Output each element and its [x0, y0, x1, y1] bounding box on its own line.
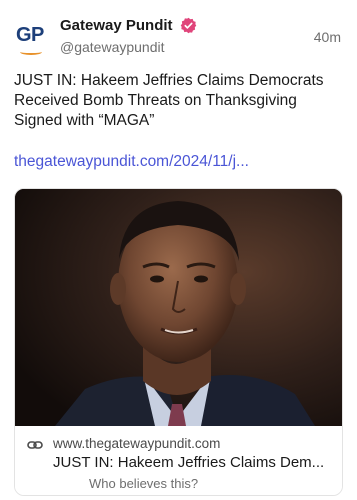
card-domain: www.thegatewaypundit.com — [53, 436, 221, 451]
verified-badge-icon — [180, 17, 197, 34]
post-link[interactable]: thegatewaypundit.com/2024/11/j... — [14, 153, 249, 171]
post-text: JUST IN: Hakeem Jeffries Claims Democrat… — [14, 72, 324, 129]
author-handle[interactable]: @gatewaypundit — [60, 39, 165, 55]
link-icon — [27, 438, 43, 450]
author-name[interactable]: Gateway Pundit — [60, 17, 173, 34]
avatar[interactable]: GP — [14, 22, 50, 58]
avatar-swoosh — [20, 49, 42, 55]
avatar-logo-text: GP — [16, 24, 44, 46]
link-preview-image[interactable] — [15, 189, 342, 426]
link-preview-footer[interactable]: www.thegatewaypundit.com JUST IN: Hakeem… — [15, 426, 342, 495]
card-title[interactable]: JUST IN: Hakeem Jeffries Claims Dem... — [53, 454, 335, 471]
post-timestamp[interactable]: 40m — [314, 29, 341, 45]
link-preview-card[interactable]: www.thegatewaypundit.com JUST IN: Hakeem… — [14, 188, 343, 496]
card-description: Who believes this? — [89, 476, 199, 491]
post-card[interactable]: GP Gateway Pundit @gatewaypundit 40m JUS… — [0, 0, 357, 500]
